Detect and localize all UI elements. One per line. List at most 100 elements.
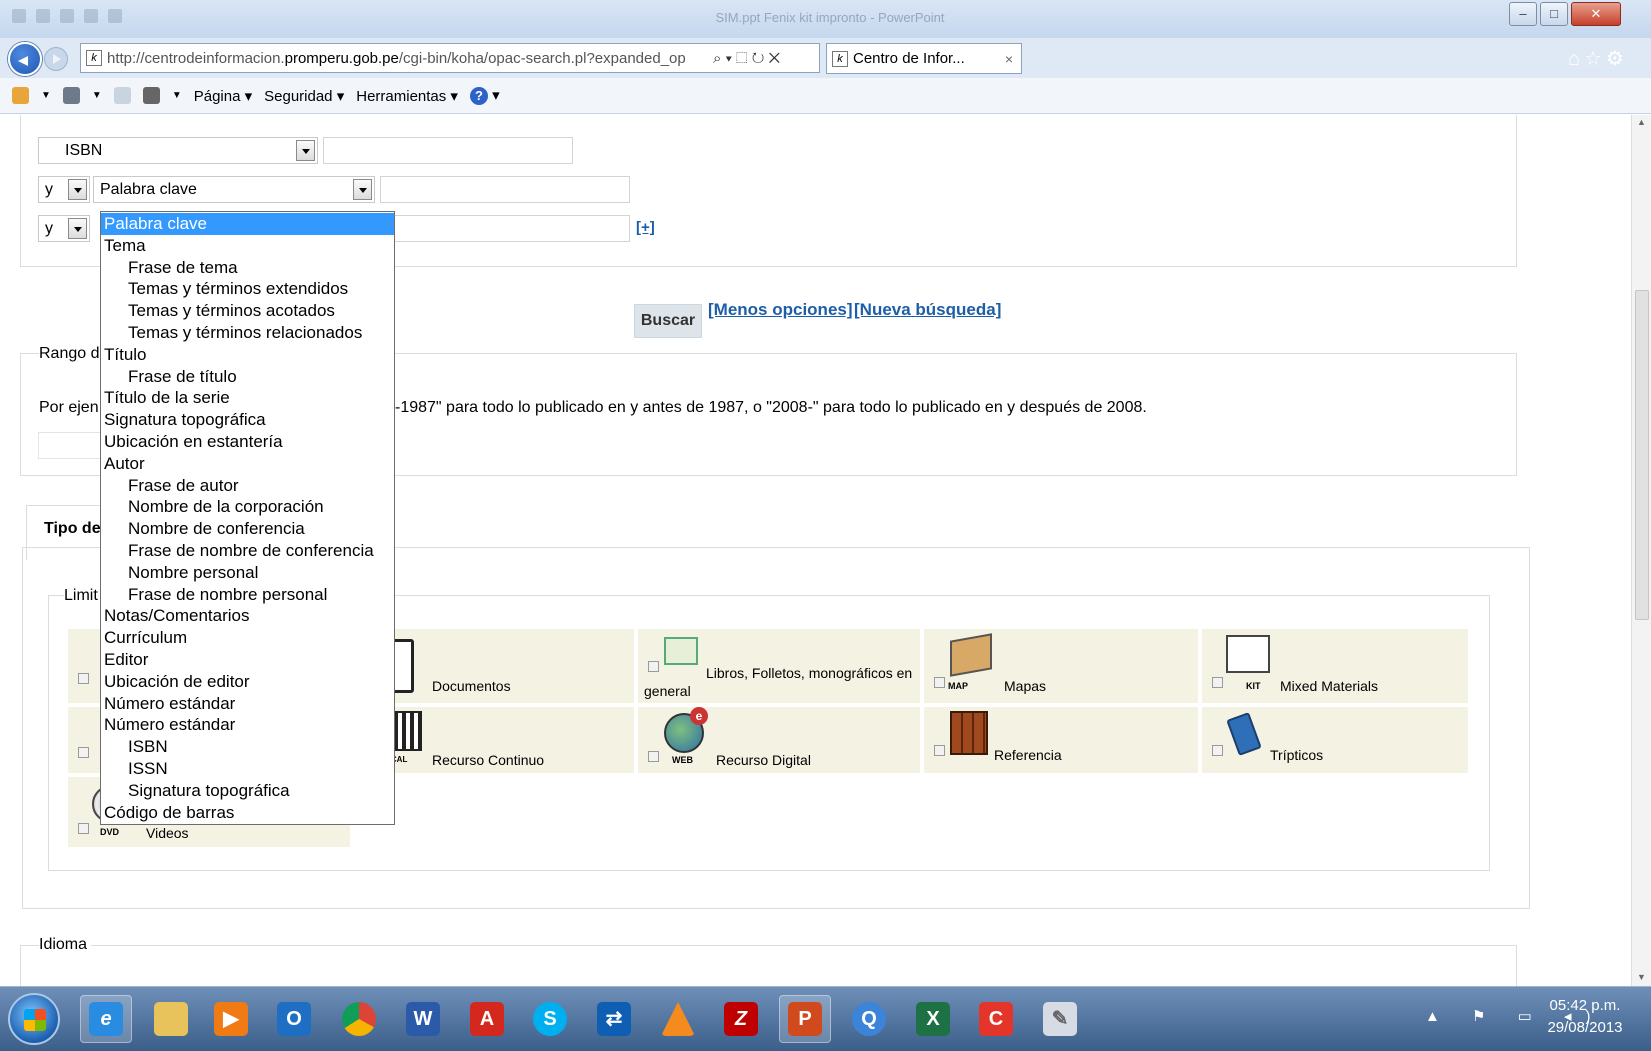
dropdown-option[interactable]: Nombre personal [101,562,394,584]
checkbox[interactable] [934,745,945,756]
search-field-select-1[interactable]: ISBN [38,137,318,164]
taskbar-acrobat[interactable]: A [461,995,513,1043]
close-button[interactable]: ✕ [1571,2,1621,26]
dropdown-option[interactable]: Temas y términos extendidos [101,278,394,300]
dropdown-option[interactable]: Temas y términos relacionados [101,322,394,344]
taskbar-chrome[interactable] [333,995,385,1043]
checkbox[interactable] [1212,677,1223,688]
chevron-down-icon [296,140,315,161]
checkbox[interactable] [1212,745,1223,756]
home-icon[interactable] [12,87,29,104]
item-type-label: Recurso Continuo [432,752,545,768]
start-button[interactable] [8,993,60,1045]
dropdown-option[interactable]: Título [101,344,394,366]
checkbox[interactable] [648,661,659,672]
taskbar-excel[interactable]: X [907,995,959,1043]
operator-select-2[interactable]: y [38,176,90,203]
checkbox[interactable] [934,677,945,688]
dropdown-option[interactable]: Frase de autor [101,475,394,497]
checkbox[interactable] [648,751,659,762]
scrollbar-thumb[interactable] [1635,290,1649,620]
menu-pagina[interactable]: Página ▾ [194,87,252,105]
search-field-dropdown-list[interactable]: Palabra clave Tema Frase de tema Temas y té… [100,211,395,825]
dropdown-option[interactable]: Nombre de la corporación [101,496,394,518]
add-row-link[interactable]: [+] [636,219,655,236]
back-button[interactable] [8,42,42,76]
dropdown-option[interactable]: Palabra clave [101,213,394,235]
maximize-button[interactable]: □ [1540,2,1568,26]
dropdown-option[interactable]: ISSN [101,758,394,780]
dropdown-option[interactable]: Currículum [101,627,394,649]
dropdown-option[interactable]: Autor [101,453,394,475]
taskbar-paint[interactable]: ✎ [1034,995,1086,1043]
dropdown-option[interactable]: Número estándar [101,714,394,736]
forward-button[interactable] [44,47,68,71]
vertical-scrollbar[interactable]: ▲ ▼ [1631,115,1651,986]
taskbar-quicktime[interactable]: Q [843,995,895,1043]
help-button[interactable]: ? ▾ [469,86,500,105]
taskbar-skype[interactable]: S [524,995,576,1043]
print-icon[interactable] [142,87,160,104]
url-text[interactable]: http://centrodeinformacion.promperu.gob.… [107,50,707,67]
tab-centro-de-informacion[interactable]: k Centro de Infor... × [826,43,1022,74]
search-term-input-2[interactable] [380,176,630,203]
taskbar-internet-explorer[interactable]: e [80,995,132,1043]
dropdown-option[interactable]: Signatura topográfica [101,780,394,802]
taskbar-outlook[interactable]: O [268,995,320,1043]
taskbar-clock[interactable]: 05:42 p.m. 29/08/2013 [1530,995,1640,1039]
taskbar-ccleaner[interactable]: C [970,995,1022,1043]
dropdown-option[interactable]: Nombre de conferencia [101,518,394,540]
item-type-label: Trípticos [1270,747,1324,763]
search-term-input-3[interactable] [380,215,630,242]
taskbar-file-explorer[interactable] [145,995,197,1043]
menu-seguridad[interactable]: Seguridad ▾ [264,87,344,105]
feeds-icon[interactable] [62,87,80,104]
dropdown-option[interactable]: Número estándar [101,693,394,715]
dropdown-option[interactable]: Ubicación en estantería [101,431,394,453]
taskbar-media-player[interactable]: ▶ [205,995,257,1043]
dropdown-option[interactable]: Tema [101,235,394,257]
rango-input[interactable] [38,432,108,459]
buscar-button[interactable]: Buscar [634,304,702,338]
dropdown-option[interactable]: Título de la serie [101,387,394,409]
dropdown-option[interactable]: Editor [101,649,394,671]
scroll-down-icon[interactable]: ▼ [1637,972,1646,982]
tab-close-icon[interactable]: × [1005,51,1013,67]
window-title: SIM.ppt Fenix kit impronto - PowerPoint [715,10,945,25]
browser-navigation-bar: k http://centrodeinformacion.promperu.go… [0,38,1651,78]
minimize-button[interactable]: – [1509,2,1537,26]
item-type-recurso-digital: e WEB Recurso Digital [638,707,920,773]
scroll-up-icon[interactable]: ▲ [1637,117,1646,127]
search-term-input-1[interactable] [323,137,573,164]
nueva-busqueda-link[interactable]: [Nueva búsqueda] [854,300,1001,320]
checkbox[interactable] [78,673,89,684]
operator-select-3[interactable]: y [38,215,90,242]
checkbox[interactable] [78,823,89,834]
address-bar-actions[interactable]: ⌕ ▾ ⬚ ↻ ✕ [713,50,780,67]
dropdown-option[interactable]: Frase de nombre personal [101,584,394,606]
taskbar-teamviewer[interactable]: ⇄ [588,995,640,1043]
dropdown-option[interactable]: ISBN [101,736,394,758]
menos-opciones-link[interactable]: [Menos opciones] [708,300,853,320]
window-titlebar: SIM.ppt Fenix kit impronto - PowerPoint … [0,0,1651,38]
address-bar[interactable]: k http://centrodeinformacion.promperu.go… [80,43,820,73]
dropdown-option[interactable]: Frase de nombre de conferencia [101,540,394,562]
dropdown-option[interactable]: Frase de título [101,366,394,388]
menu-herramientas[interactable]: Herramientas ▾ [356,87,458,105]
taskbar-vlc[interactable] [652,995,704,1043]
taskbar-filezilla[interactable]: Z [715,995,767,1043]
home-favorites-tools-icons[interactable]: ⌂☆⚙ [1568,46,1628,71]
dropdown-option[interactable]: Notas/Comentarios [101,605,394,627]
dropdown-option[interactable]: Signatura topográfica [101,409,394,431]
taskbar-word[interactable]: W [397,995,449,1043]
search-field-select-2[interactable]: Palabra clave [93,176,375,203]
dropdown-option[interactable]: Frase de tema [101,257,394,279]
acrobat-icon: A [470,1002,504,1036]
taskbar-powerpoint[interactable]: P [779,995,831,1043]
dropdown-option[interactable]: Temas y términos acotados [101,300,394,322]
dropdown-option[interactable]: Código de barras [101,802,394,824]
dropdown-option[interactable]: Ubicación de editor [101,671,394,693]
checkbox[interactable] [78,747,89,758]
chevron-down-icon [68,179,87,200]
mail-icon[interactable] [113,87,131,104]
